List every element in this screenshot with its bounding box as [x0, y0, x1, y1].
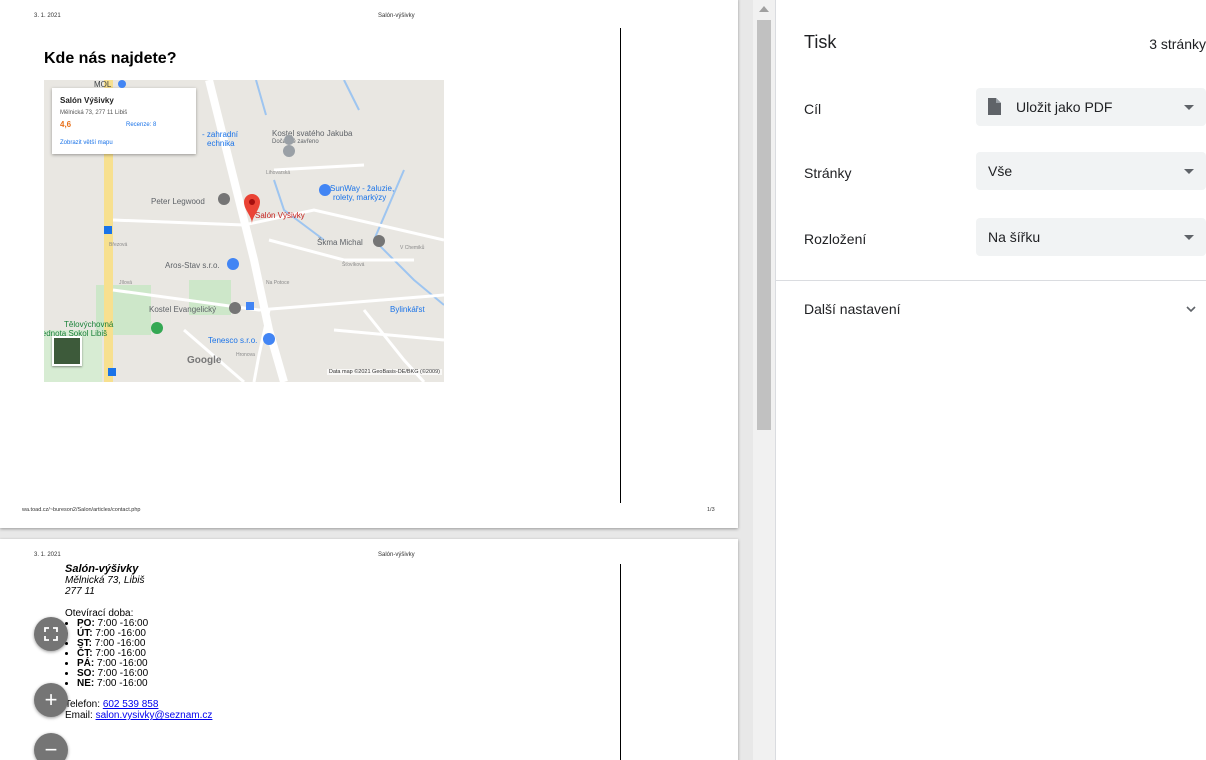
zoom-out-button[interactable]: −: [34, 733, 68, 760]
layout-select[interactable]: Na šířku: [976, 218, 1206, 256]
map-larger-map-link[interactable]: Zobrazit větší mapu: [60, 140, 113, 146]
map-attribution: Data map ©2021 GeoBasis-DE/BKG (©2009): [326, 369, 442, 375]
phone-link[interactable]: 602 539 858: [103, 699, 159, 710]
pages-label: Stránky: [804, 165, 852, 181]
map-label-salon: Salón Výšivky: [255, 211, 305, 220]
preview-page-2: 3. 1. 2021 Salón-výšivky Salón-výšivky M…: [0, 539, 738, 760]
more-settings-toggle[interactable]: Další nastavení: [804, 301, 901, 317]
dropdown-arrow-icon: [1184, 105, 1194, 110]
company-street: Mělnická 73, Libiš: [65, 575, 145, 586]
email-line: Email: salon.vysivky@seznam.cz: [65, 710, 213, 721]
map-card-address: Mělnická 73, 277 11 Libiš: [60, 110, 128, 116]
preview-page-1: 3. 1. 2021 Salón-výšivky Kde nás najdete…: [0, 0, 738, 528]
map-street-brizova: Březová: [109, 242, 128, 248]
email-link[interactable]: salon.vysivky@seznam.cz: [96, 710, 213, 721]
map-label-kostel-jakuba: Kostel svatého Jakuba: [272, 129, 353, 138]
layout-label: Rozložení: [804, 231, 867, 247]
page2-header-title: Salón-výšivky: [378, 552, 415, 558]
phone-line: Telefon: 602 539 858: [65, 699, 159, 710]
print-preview-area: 3. 1. 2021 Salón-výšivky Kde nás najdete…: [0, 0, 753, 760]
page2-vertical-line: [620, 564, 621, 760]
map-card-reviews-link[interactable]: Recenze: 8: [126, 122, 156, 128]
fit-to-page-icon: [44, 627, 58, 641]
map-street-lihovarska: Lihovarská: [266, 170, 291, 176]
map-label-telovychovna: Tělovýchovná: [64, 320, 114, 329]
map-satellite-toggle[interactable]: [52, 336, 82, 366]
map-label-sunway-2: rolety, markýzy: [333, 193, 387, 202]
panel-divider: [776, 280, 1206, 281]
page-footer-number: 1/3: [707, 507, 715, 513]
page-heading: Kde nás najdete?: [44, 50, 177, 67]
layout-value: Na šířku: [988, 229, 1041, 245]
dropdown-arrow-icon: [1184, 235, 1194, 240]
map-label-skrna-michal: Škma Michal: [317, 238, 363, 247]
hours-list: PO: 7:00 -16:00 ÚT: 7:00 -16:00 ST: 7:00…: [65, 619, 212, 689]
destination-value: Uložit jako PDF: [1016, 99, 1113, 115]
map-street-jilova: Jílová: [119, 280, 133, 286]
list-item: NE: 7:00 -16:00: [77, 679, 212, 689]
pages-select[interactable]: Vše: [976, 152, 1206, 190]
document-icon: [988, 98, 1001, 115]
company-name: Salón-výšivky: [65, 563, 139, 575]
contact-block: Salón-výšivky Mělnická 73, Libiš 277 11 …: [65, 563, 213, 722]
minus-icon: −: [44, 737, 58, 760]
map-label-aros-stav: Aros-Stav s.r.o.: [165, 261, 220, 270]
page-footer-url: wa.toad.cz/~bureson2/Salon/articles/cont…: [22, 507, 141, 513]
google-logo: Google: [187, 355, 222, 366]
dropdown-arrow-icon: [1184, 169, 1194, 174]
page-count: 3 stránky: [1149, 36, 1206, 52]
map-label-kostel-evangelicky: Kostel Evangelický: [149, 305, 217, 314]
map-card-rating: 4,6: [60, 120, 72, 129]
company-zip: 277 11: [65, 586, 95, 597]
map-street-v-chemiku: V Chemiků: [400, 245, 425, 251]
map-label-technika: echnika: [207, 139, 235, 148]
print-settings-panel: Tisk 3 stránky Cíl Uložit jako PDF Strán…: [776, 0, 1206, 760]
preview-scrollbar[interactable]: [753, 0, 776, 760]
chevron-down-icon[interactable]: [1184, 302, 1198, 316]
map-street-stovikova: Šťovíková: [342, 262, 365, 268]
map-label-peter-legwood: Peter Legwood: [151, 197, 205, 206]
plus-icon: +: [44, 687, 58, 712]
pages-value: Vše: [988, 163, 1013, 179]
map-label-bylinkarstvi: Bylinkářst: [390, 305, 425, 314]
destination-label: Cíl: [804, 101, 822, 117]
map-label-docasne: Dočasně zavřeno: [272, 139, 319, 145]
fit-to-page-button[interactable]: [34, 617, 68, 651]
map-label-zahradni: - zahradní: [202, 130, 239, 139]
map-label-mol: MOL: [94, 80, 112, 89]
panel-title: Tisk: [804, 32, 837, 52]
map-street-na-potoce: Na Potoce: [266, 280, 290, 286]
scrollbar-thumb[interactable]: [757, 20, 771, 430]
page-header-title: Salón-výšivky: [378, 13, 415, 19]
page2-header-date: 3. 1. 2021: [34, 552, 61, 558]
page-header-date: 3. 1. 2021: [34, 13, 61, 19]
scroll-up-arrow-icon[interactable]: [759, 6, 769, 12]
zoom-in-button[interactable]: +: [34, 683, 68, 717]
map-street-hronova: Hronova: [236, 352, 255, 358]
map-card-name: Salón Výšivky: [60, 96, 114, 105]
map-info-card: Salón Výšivky Mělnická 73, 277 11 Libiš …: [52, 88, 196, 154]
page-vertical-line: [620, 28, 621, 503]
embedded-map: Salón Výšivky Mělnická 73, 277 11 Libiš …: [44, 80, 444, 382]
map-label-tenesco: Tenesco s.r.o.: [208, 336, 258, 345]
map-label-sunway-1: SunWay - žaluzie,: [330, 184, 395, 193]
destination-select[interactable]: Uložit jako PDF: [976, 88, 1206, 126]
